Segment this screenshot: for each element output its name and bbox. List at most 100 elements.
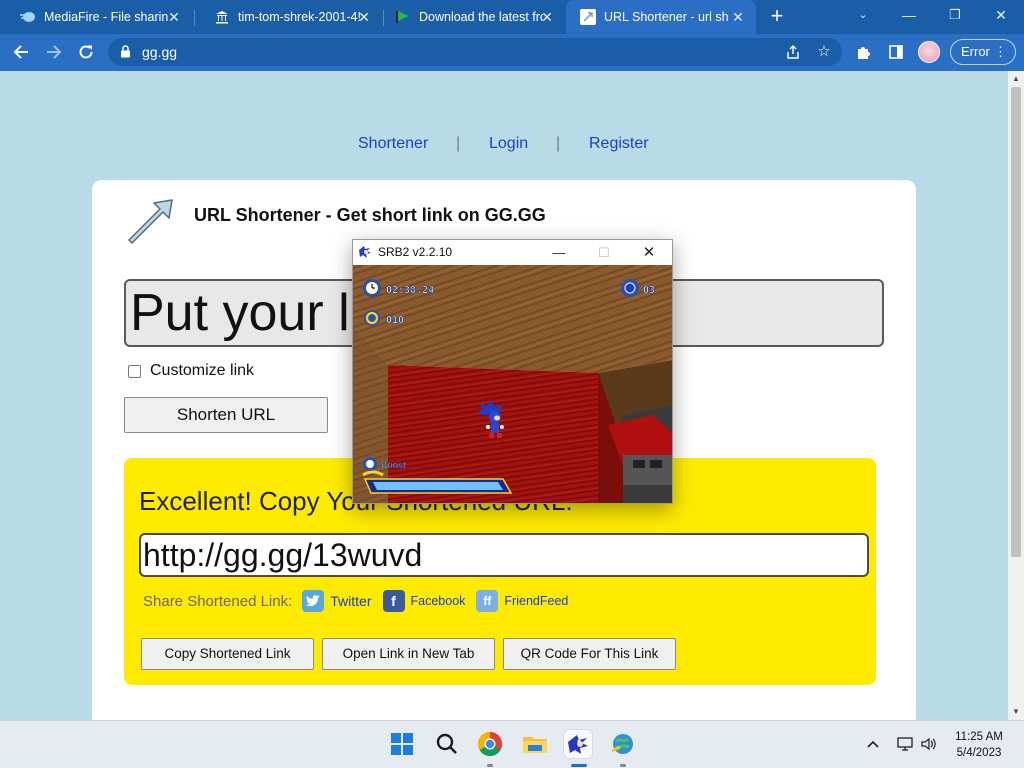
close-icon[interactable]: ✕ [166, 9, 182, 25]
hud-lives: 03 [643, 285, 655, 296]
customize-label: Customize link [150, 362, 255, 379]
game-window[interactable]: SRB2 v2.2.10 — ☐ ✕ 02:38.24 010 03 Boost [352, 239, 673, 504]
twitter-icon [302, 590, 325, 612]
tab-mediafire[interactable]: MediaFire - File sharing ✕ [0, 0, 192, 34]
tab-search-button[interactable]: ⌄ [840, 0, 886, 30]
tab-label: URL Shortener - url sho [604, 10, 728, 24]
address-bar[interactable]: gg.gg [108, 38, 842, 66]
tab-download[interactable]: Download the latest fro ✕ [375, 0, 565, 34]
hud-ability: Boost [381, 461, 407, 471]
open-new-tab-button[interactable]: Open Link in New Tab [322, 638, 495, 670]
flag-icon [395, 9, 411, 25]
network-monitor-icon[interactable] [896, 735, 914, 753]
side-panel-icon[interactable] [885, 41, 907, 63]
scroll-down-arrow-icon[interactable]: ▼ [1008, 704, 1024, 720]
error-label: Error [961, 44, 990, 59]
error-button[interactable]: Error ⋮ [950, 39, 1016, 65]
volume-icon[interactable] [920, 735, 938, 753]
globe-running-indicator [620, 764, 626, 767]
close-icon[interactable]: ✕ [539, 9, 555, 25]
scroll-thumb[interactable] [1011, 87, 1021, 557]
tab-label: Download the latest fro [419, 10, 543, 24]
tab-url-shortener[interactable]: URL Shortener - url sho ✕ [566, 0, 756, 34]
hud-time: 02:38.24 [386, 285, 434, 296]
customize-checkbox[interactable] [128, 364, 141, 378]
new-tab-button[interactable]: + [766, 5, 788, 27]
game-titlebar[interactable]: SRB2 v2.2.10 — ☐ ✕ [353, 240, 672, 265]
twitter-label: Twitter [330, 593, 372, 609]
share-icon[interactable] [782, 41, 804, 63]
hud-ring-icon [364, 310, 380, 326]
sonic-game-icon[interactable] [563, 729, 593, 759]
reload-icon[interactable] [74, 40, 98, 64]
game-minimize-button[interactable]: — [539, 240, 579, 265]
system-clock[interactable]: 11:25 AM 5/4/2023 [946, 729, 1012, 761]
taskbar: 11:25 AM 5/4/2023 [0, 720, 1024, 768]
lock-icon[interactable] [120, 38, 131, 68]
network-globe-icon[interactable] [608, 729, 638, 759]
friendfeed-icon: ff [476, 590, 499, 612]
sonic-active-indicator [571, 764, 587, 767]
tab-label: tim-tom-shrek-2001-4! [238, 10, 361, 24]
menu-dots-icon: ⋮ [994, 44, 1007, 59]
file-explorer-icon[interactable] [520, 729, 550, 759]
mediafire-icon [20, 9, 36, 25]
facebook-label: Facebook [410, 594, 466, 608]
page-title: URL Shortener - Get short link on GG.GG [194, 205, 546, 225]
clock-time: 11:25 AM [955, 731, 1003, 743]
nav-login-link[interactable]: Login [489, 135, 528, 153]
chevron-up-icon[interactable] [864, 735, 882, 753]
game-maximize-button: ☐ [598, 245, 610, 260]
share-row: Share Shortened Link: Twitter f Facebook… [143, 588, 579, 614]
tab-archive[interactable]: tim-tom-shrek-2001-4! ✕ [194, 0, 382, 34]
share-friendfeed-link[interactable]: ff FriendFeed [476, 590, 568, 612]
close-icon[interactable]: ✕ [730, 9, 746, 25]
restore-button[interactable]: ❐ [932, 0, 978, 30]
close-window-button[interactable]: ✕ [978, 0, 1024, 30]
hud-lives-icon [621, 279, 639, 297]
hud-clock-icon [363, 279, 381, 297]
facebook-icon: f [382, 590, 405, 612]
extensions-puzzle-icon[interactable] [853, 41, 875, 63]
chrome-icon[interactable] [475, 729, 505, 759]
customize-link-option[interactable]: Customize link [128, 362, 254, 380]
nav-register-link[interactable]: Register [589, 135, 649, 153]
scroll-up-arrow-icon[interactable]: ▲ [1008, 71, 1024, 87]
game-title: SRB2 v2.2.10 [378, 245, 453, 259]
archive-icon [214, 9, 230, 25]
hud-boost-icon [363, 457, 377, 471]
bookmark-star-icon[interactable]: ☆ [813, 41, 835, 63]
forward-icon[interactable] [42, 40, 66, 64]
profile-avatar[interactable] [918, 41, 940, 63]
nav-separator: | [456, 135, 461, 152]
page-scrollbar[interactable]: ▲ ▼ [1008, 71, 1024, 720]
game-viewport[interactable]: 02:38.24 010 03 Boost [353, 265, 672, 503]
copy-link-button[interactable]: Copy Shortened Link [141, 638, 314, 670]
search-icon[interactable] [432, 729, 462, 759]
back-icon[interactable] [9, 40, 33, 64]
friendfeed-label: FriendFeed [504, 594, 569, 608]
tab-bar: MediaFire - File sharing ✕ tim-tom-shrek… [0, 0, 1024, 34]
logo-arrow-icon [124, 196, 174, 244]
tab-label: MediaFire - File sharing [44, 10, 168, 24]
nav-shortener-link[interactable]: Shortener [358, 135, 428, 153]
windows-start-icon[interactable] [387, 729, 417, 759]
minimize-button[interactable]: — [886, 0, 932, 30]
sonic-icon [357, 244, 373, 260]
nav-separator: | [556, 135, 561, 152]
hud-rings: 010 [386, 315, 404, 326]
short-url-field[interactable]: http://gg.gg/13wuvd [139, 533, 869, 577]
clock-date: 5/4/2023 [956, 747, 1002, 759]
ggg-icon [580, 9, 596, 25]
close-icon[interactable]: ✕ [356, 9, 372, 25]
share-twitter-link[interactable]: Twitter [302, 590, 372, 612]
chrome-running-indicator [487, 764, 493, 767]
qr-code-button[interactable]: QR Code For This Link [503, 638, 676, 670]
game-close-button[interactable]: ✕ [629, 240, 669, 265]
browser-toolbar: gg.gg ☆ Error ⋮ [0, 34, 1024, 71]
address-text: gg.gg [142, 44, 178, 60]
boost-gauge-fill [373, 482, 503, 490]
share-facebook-link[interactable]: f Facebook [382, 590, 466, 612]
shorten-url-button[interactable]: Shorten URL [124, 397, 328, 433]
share-label: Share Shortened Link: [143, 592, 293, 610]
